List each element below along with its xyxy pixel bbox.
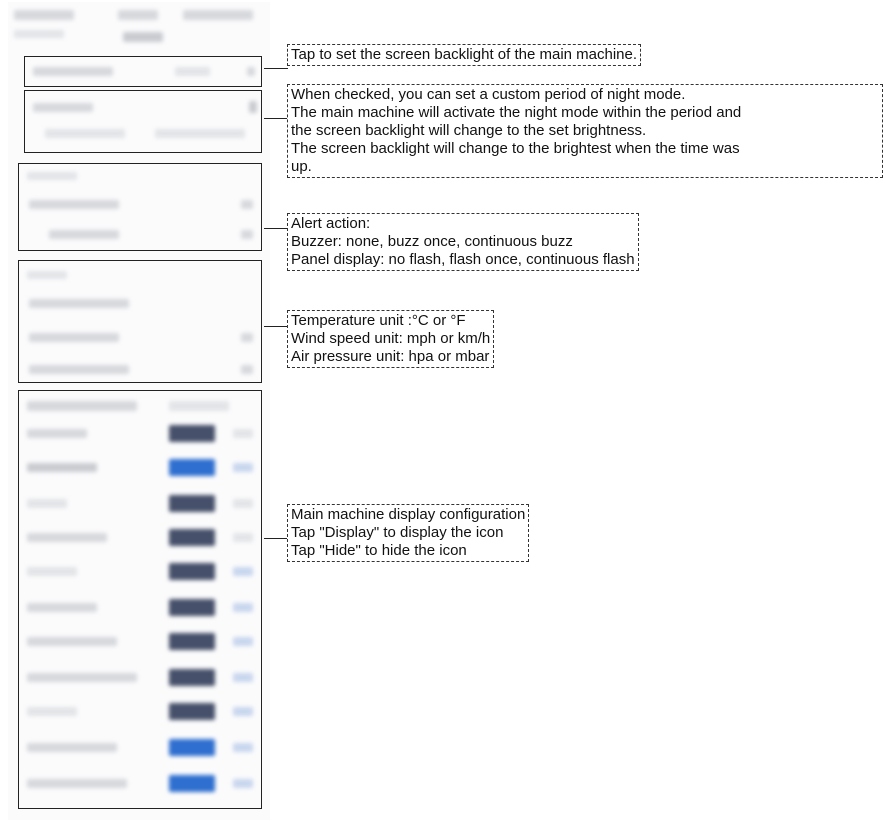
callout-line: Tap to set the screen backlight of the m… <box>291 46 638 63</box>
blurred-header-text <box>123 32 163 42</box>
phone-screenshot <box>8 2 270 820</box>
alert-callout: Alert action: Buzzer: none, buzz once, c… <box>287 213 639 271</box>
callout-line: The screen backlight will change to the … <box>291 140 740 157</box>
units-section[interactable] <box>18 260 262 383</box>
display-toggle[interactable] <box>169 599 215 616</box>
blurred-header-text <box>118 10 158 20</box>
connector-line <box>264 68 288 69</box>
display-toggle[interactable] <box>169 775 215 792</box>
night-mode-section[interactable] <box>24 90 262 153</box>
units-callout: Temperature unit :°C or °F Wind speed un… <box>287 310 495 368</box>
display-config-callout: Main machine display configuration Tap "… <box>287 504 530 562</box>
backlight-callout: Tap to set the screen backlight of the m… <box>287 44 642 66</box>
blurred-header-text <box>14 30 64 38</box>
callout-line: Wind speed unit: mph or km/h <box>291 330 491 347</box>
alert-section[interactable] <box>18 163 262 251</box>
callout-line: The main machine will activate the night… <box>291 104 742 121</box>
display-toggle[interactable] <box>169 703 215 720</box>
display-toggle[interactable] <box>169 633 215 650</box>
callout-line: Tap "Hide" to hide the icon <box>291 542 467 559</box>
callout-line: Temperature unit :°C or °F <box>291 312 466 329</box>
connector-line <box>264 118 288 119</box>
connector-line <box>264 538 288 539</box>
backlight-section[interactable] <box>24 56 262 87</box>
display-toggle[interactable] <box>169 739 215 756</box>
blurred-header-text <box>183 10 253 20</box>
callout-line: Buzzer: none, buzz once, continuous buzz <box>291 233 573 250</box>
display-toggle[interactable] <box>169 425 215 442</box>
night-mode-callout: When checked, you can set a custom perio… <box>287 84 883 178</box>
connector-line <box>264 228 288 229</box>
blurred-header-text <box>14 10 74 20</box>
display-config-section[interactable] <box>18 390 262 809</box>
callout-line: Panel display: no flash, flash once, con… <box>291 251 635 268</box>
callout-line: Main machine display configuration <box>291 506 526 523</box>
callout-line: up. <box>291 158 312 175</box>
callout-line: Air pressure unit: hpa or mbar <box>291 348 490 365</box>
display-toggle[interactable] <box>169 563 215 580</box>
callout-line: When checked, you can set a custom perio… <box>291 86 686 103</box>
callout-line: Tap "Display" to display the icon <box>291 524 504 541</box>
callout-line: the screen backlight will change to the … <box>291 122 647 139</box>
display-toggle[interactable] <box>169 669 215 686</box>
display-toggle[interactable] <box>169 529 215 546</box>
callout-line: Alert action: <box>291 215 371 232</box>
connector-line <box>264 326 288 327</box>
display-toggle[interactable] <box>169 459 215 476</box>
display-toggle[interactable] <box>169 495 215 512</box>
